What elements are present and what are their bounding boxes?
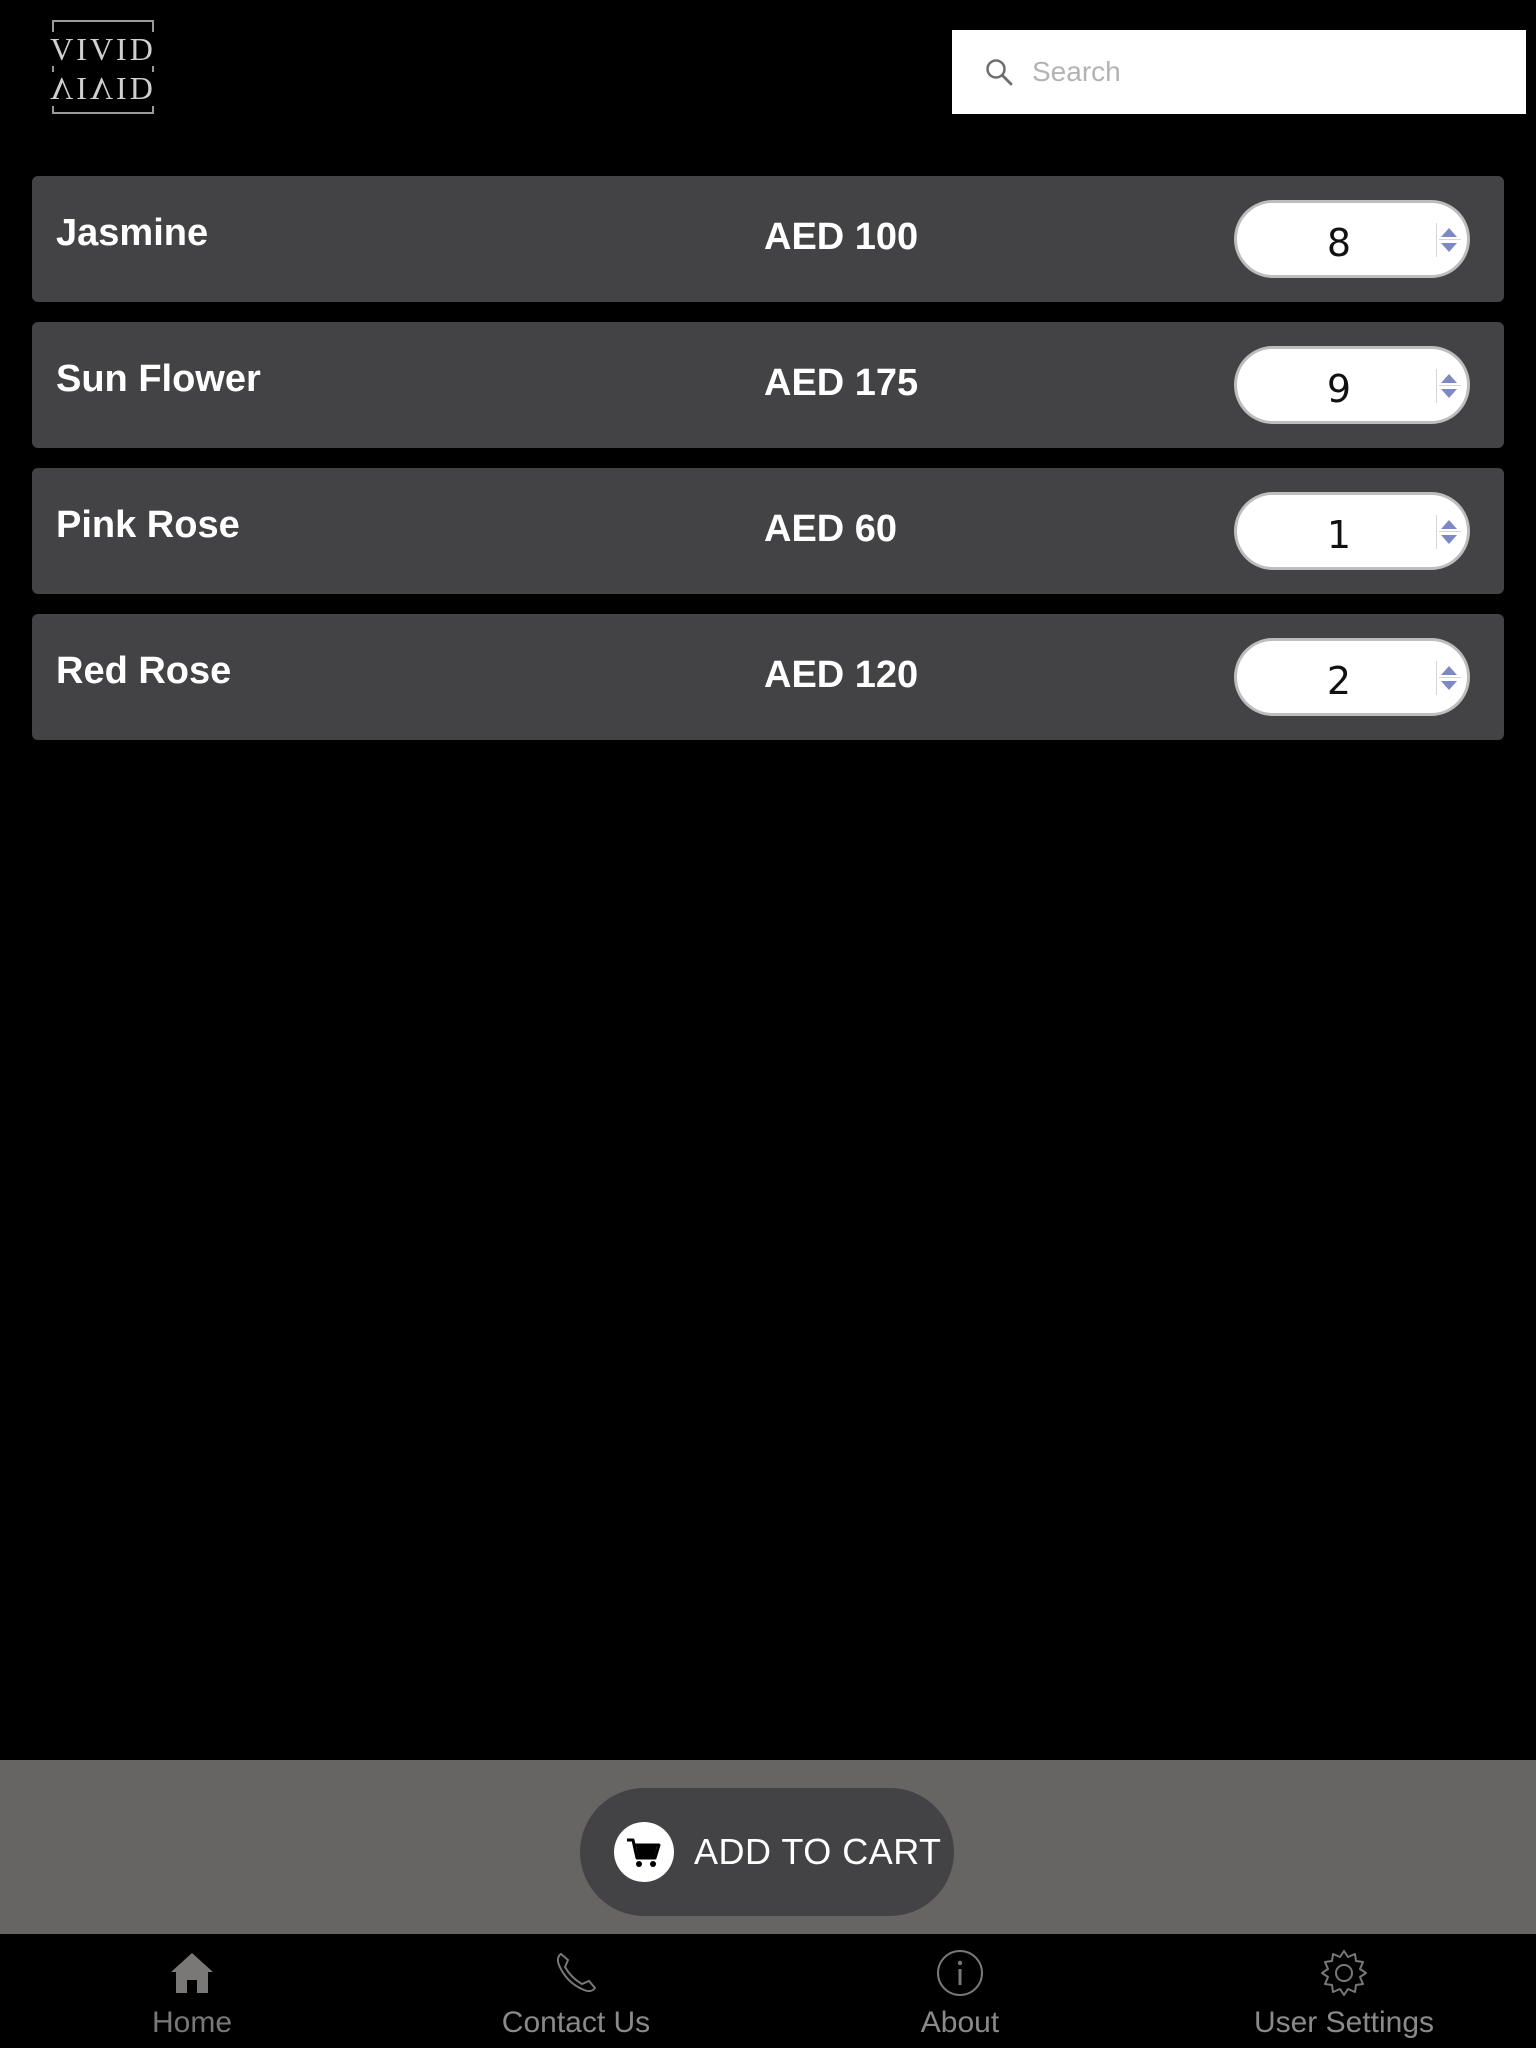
product-name: Sun Flower — [56, 358, 261, 400]
add-to-cart-label: ADD TO CART — [694, 1831, 942, 1872]
spinner[interactable] — [1436, 515, 1463, 549]
app-root: VIVID VIVID Jasmine AED 100 8 — [0, 0, 1536, 2048]
info-icon — [935, 1948, 985, 1998]
product-name: Pink Rose — [56, 504, 240, 546]
tab-about[interactable]: About — [768, 1934, 1152, 2048]
phone-icon — [551, 1948, 601, 1998]
product-list: Jasmine AED 100 8 Sun Flower AED 175 9 P… — [32, 176, 1504, 760]
spinner-divider — [1439, 531, 1461, 532]
logo-reflection: VIVID — [44, 71, 162, 107]
gear-icon — [1319, 1948, 1369, 1998]
decrement-arrow-icon[interactable] — [1441, 243, 1457, 252]
logo: VIVID VIVID — [44, 20, 162, 114]
tab-user-settings[interactable]: User Settings — [1152, 1934, 1536, 2048]
spinner[interactable] — [1436, 369, 1463, 403]
spinner-divider — [1439, 385, 1461, 386]
product-price: AED 175 — [764, 362, 919, 404]
cart-icon-circle — [614, 1822, 674, 1882]
increment-arrow-icon[interactable] — [1441, 228, 1457, 237]
decrement-arrow-icon[interactable] — [1441, 681, 1457, 690]
product-row: Jasmine AED 100 8 — [32, 176, 1504, 302]
product-name: Jasmine — [56, 212, 209, 254]
spinner-divider — [1439, 677, 1461, 678]
product-row: Red Rose AED 120 2 — [32, 614, 1504, 740]
product-price: AED 60 — [764, 508, 898, 550]
quantity-value[interactable]: 1 — [1237, 513, 1441, 557]
increment-arrow-icon[interactable] — [1441, 374, 1457, 383]
cart-bar: ADD TO CART — [0, 1760, 1536, 1934]
spinner-divider — [1439, 239, 1461, 240]
quantity-value[interactable]: 2 — [1237, 659, 1441, 703]
cart-icon — [627, 1838, 661, 1867]
tab-contact-us[interactable]: Contact Us — [384, 1934, 768, 2048]
product-name: Red Rose — [56, 650, 232, 692]
add-to-cart-button[interactable]: ADD TO CART — [580, 1788, 954, 1916]
tab-label: Contact Us — [501, 2006, 651, 2039]
spinner[interactable] — [1436, 661, 1463, 695]
logo-text: VIVID — [44, 32, 162, 66]
tab-label: About — [920, 2006, 1000, 2039]
quantity-value[interactable]: 9 — [1237, 367, 1441, 411]
bottom-tab-bar: Home Contact Us About User Settings — [0, 1934, 1536, 2048]
product-row: Sun Flower AED 175 9 — [32, 322, 1504, 448]
quantity-stepper[interactable]: 2 — [1234, 638, 1470, 716]
quantity-stepper[interactable]: 1 — [1234, 492, 1470, 570]
search-icon — [984, 57, 1014, 87]
home-icon — [167, 1948, 217, 1998]
spinner[interactable] — [1436, 223, 1463, 257]
quantity-value[interactable]: 8 — [1237, 221, 1441, 265]
decrement-arrow-icon[interactable] — [1441, 389, 1457, 398]
product-price: AED 100 — [764, 216, 919, 258]
tab-label: User Settings — [1253, 2006, 1435, 2039]
search-bar[interactable] — [952, 30, 1526, 114]
increment-arrow-icon[interactable] — [1441, 520, 1457, 529]
search-input[interactable] — [1030, 55, 1474, 89]
tab-label: Home — [151, 2006, 233, 2039]
increment-arrow-icon[interactable] — [1441, 666, 1457, 675]
quantity-stepper[interactable]: 8 — [1234, 200, 1470, 278]
product-price: AED 120 — [764, 654, 919, 696]
product-row: Pink Rose AED 60 1 — [32, 468, 1504, 594]
quantity-stepper[interactable]: 9 — [1234, 346, 1470, 424]
tab-home[interactable]: Home — [0, 1934, 384, 2048]
decrement-arrow-icon[interactable] — [1441, 535, 1457, 544]
